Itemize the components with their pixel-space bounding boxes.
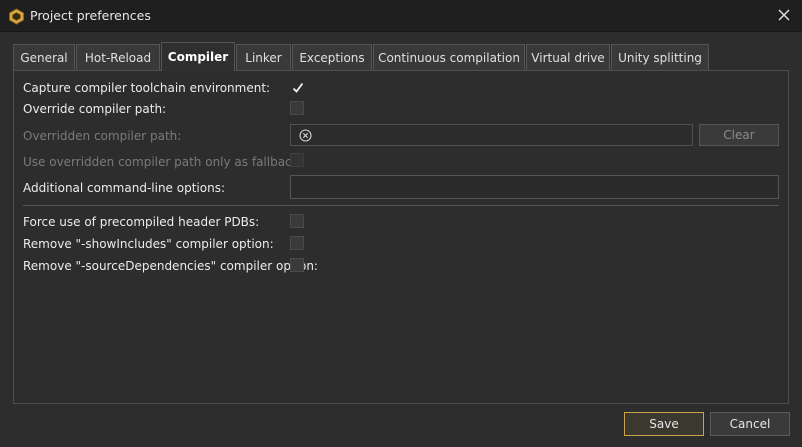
save-button[interactable]: Save: [624, 412, 704, 436]
clear-circle-x-icon: [299, 129, 312, 142]
additional-options-input[interactable]: [290, 175, 779, 199]
close-icon: [778, 9, 790, 24]
tab-exceptions[interactable]: Exceptions: [292, 44, 372, 70]
tab-continuous-compilation[interactable]: Continuous compilation: [373, 44, 525, 70]
force-pch-pdbs-checkbox[interactable]: [290, 214, 304, 228]
checkmark-icon: [292, 82, 304, 93]
additional-options-label: Additional command-line options:: [23, 181, 225, 195]
close-button[interactable]: [772, 4, 796, 28]
cancel-button[interactable]: Cancel: [710, 412, 790, 436]
tab-general[interactable]: General: [13, 44, 75, 70]
capture-toolchain-checkbox[interactable]: [290, 80, 304, 94]
overridden-path-label: Overridden compiler path:: [23, 129, 182, 143]
override-path-checkbox[interactable]: [290, 101, 304, 115]
force-pch-pdbs-label: Force use of precompiled header PDBs:: [23, 215, 260, 229]
tab-linker[interactable]: Linker: [236, 44, 291, 70]
capture-toolchain-label: Capture compiler toolchain environment:: [23, 81, 271, 95]
hexagon-app-icon: [8, 8, 25, 25]
title-bar: Project preferences: [0, 0, 802, 32]
remove-source-deps-label: Remove "-sourceDependencies" compiler op…: [23, 259, 318, 273]
fallback-only-checkbox[interactable]: [290, 153, 304, 167]
fallback-only-label: Use overridden compiler path only as fal…: [23, 155, 303, 169]
separator: [23, 205, 779, 206]
tab-unity-splitting[interactable]: Unity splitting: [611, 44, 709, 70]
overridden-path-input[interactable]: [290, 124, 693, 146]
remove-show-includes-label: Remove "-showIncludes" compiler option:: [23, 237, 274, 251]
tab-hot-reload[interactable]: Hot-Reload: [76, 44, 160, 70]
window-title: Project preferences: [30, 8, 151, 23]
tab-compiler[interactable]: Compiler: [161, 42, 235, 71]
remove-show-includes-checkbox[interactable]: [290, 236, 304, 250]
clear-button[interactable]: Clear: [699, 124, 779, 146]
override-path-label: Override compiler path:: [23, 102, 167, 116]
remove-source-deps-checkbox[interactable]: [290, 258, 304, 272]
tab-virtual-drive[interactable]: Virtual drive: [526, 44, 610, 70]
